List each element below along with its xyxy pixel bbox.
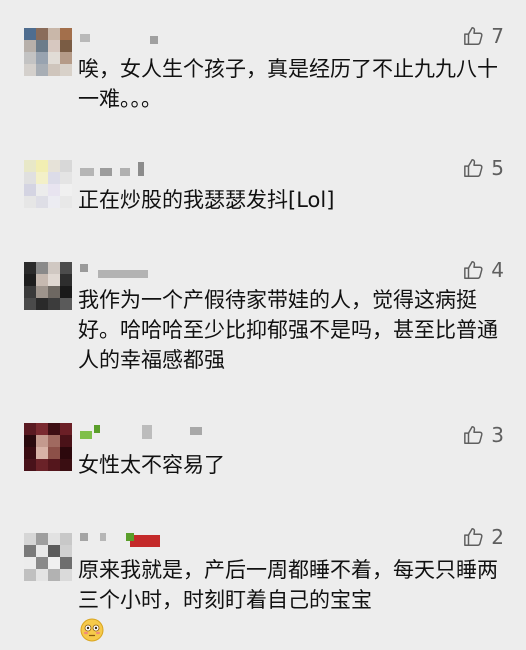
comment-text: 我作为一个产假待家带娃的人，觉得这病挺好。哈哈哈至少比抑郁强不是吗，甚至比普通人… — [78, 288, 498, 372]
avatar[interactable] — [24, 160, 72, 208]
thumbs-up-icon — [464, 27, 483, 45]
username-blurred[interactable] — [80, 162, 200, 180]
like-count: 4 — [491, 258, 504, 282]
username-blurred[interactable] — [80, 34, 200, 48]
thumbs-up-icon — [464, 261, 483, 279]
comment-item: 女性太不容易了 3 — [0, 405, 526, 515]
comment-text: 唉，女人生个孩子，真是经历了不止九九八十一难。。。 — [78, 57, 498, 111]
comment-item: 唉，女人生个孩子，真是经历了不止九九八十一难。。。 7 — [0, 0, 526, 130]
comment-text: 女性太不容易了 — [78, 453, 225, 477]
comment-item: 正在炒股的我瑟瑟发抖[Lol] 5 — [0, 130, 526, 240]
comment-item: 我作为一个产假待家带娃的人，觉得这病挺好。哈哈哈至少比抑郁强不是吗，甚至比普通人… — [0, 240, 526, 405]
avatar[interactable] — [24, 423, 72, 471]
avatar[interactable] — [24, 262, 72, 310]
username-blurred[interactable] — [80, 425, 220, 441]
username-blurred[interactable] — [80, 531, 200, 547]
comment-text: 原来我就是，产后一周都睡不着，每天只睡两三个小时，时刻盯着自己的宝宝 — [78, 558, 498, 612]
thumbs-up-icon — [464, 159, 483, 177]
like-count: 7 — [491, 24, 504, 48]
flushed-face-emoji — [80, 618, 104, 646]
username-blurred[interactable] — [80, 264, 200, 278]
like-button[interactable]: 4 — [463, 258, 504, 282]
avatar[interactable] — [24, 533, 72, 581]
like-count: 5 — [491, 156, 504, 180]
like-count: 3 — [491, 423, 504, 447]
like-button[interactable]: 5 — [463, 156, 504, 180]
like-button[interactable]: 3 — [463, 423, 504, 447]
thumbs-up-icon — [464, 528, 483, 546]
avatar[interactable] — [24, 28, 72, 76]
thumbs-up-icon — [464, 426, 483, 444]
like-count: 2 — [491, 525, 504, 549]
like-button[interactable]: 7 — [463, 24, 504, 48]
comment-text: 正在炒股的我瑟瑟发抖[Lol] — [78, 188, 335, 212]
comment-item: 原来我就是，产后一周都睡不着，每天只睡两三个小时，时刻盯着自己的宝宝 2 — [0, 515, 526, 650]
like-button[interactable]: 2 — [463, 525, 504, 549]
